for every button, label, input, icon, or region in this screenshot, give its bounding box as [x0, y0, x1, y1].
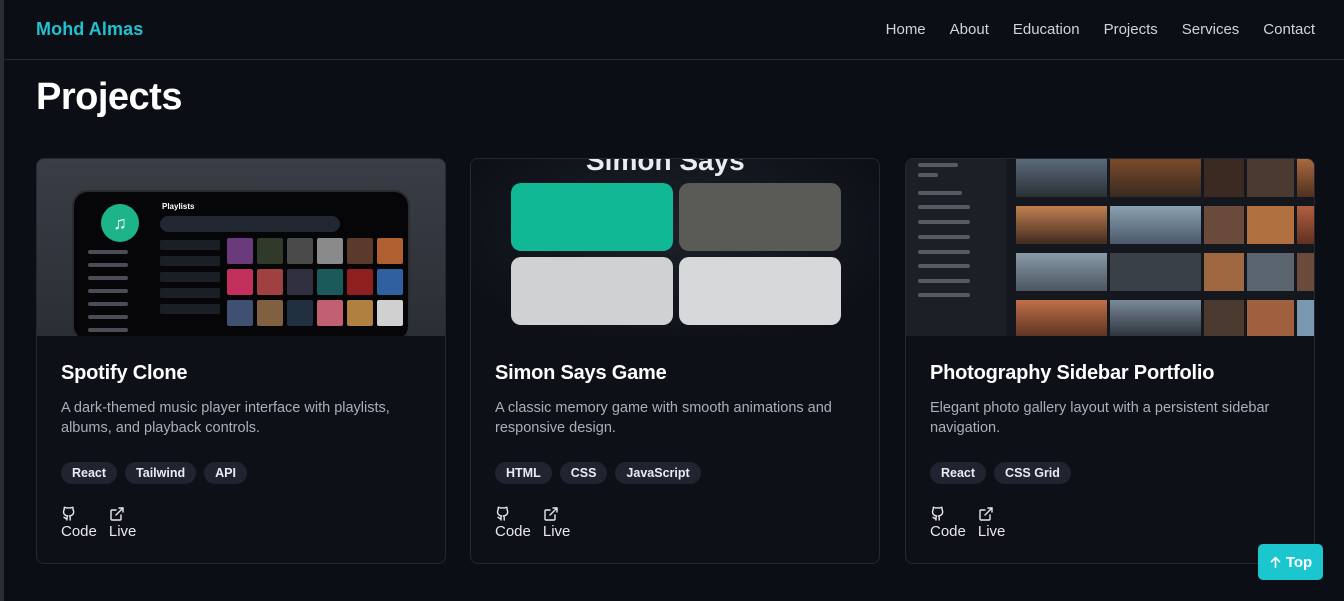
tag: React — [61, 462, 118, 484]
tag: HTML — [495, 462, 552, 484]
tag-list: React Tailwind API — [61, 462, 421, 484]
sidebar-preview — [906, 159, 1006, 336]
live-link-label: Live — [542, 523, 571, 540]
card-description: Elegant photo gallery layout with a pers… — [930, 400, 1270, 436]
simon-pad-light-2 — [679, 257, 841, 325]
nav-education[interactable]: Education — [1013, 21, 1080, 38]
music-note-icon: ♫ — [101, 204, 139, 242]
nav-about[interactable]: About — [950, 21, 989, 38]
thumb-header: Simon Says — [586, 159, 745, 176]
code-link[interactable]: Code — [495, 506, 531, 540]
github-icon — [62, 506, 75, 521]
github-icon — [496, 506, 509, 521]
phone-mockup: ♫ Playlists — [72, 190, 410, 336]
project-card-spotify: ♫ Playlists Spotify Clone A dark-themed … — [36, 158, 446, 564]
live-link[interactable]: Live — [977, 506, 1006, 540]
brand-logo[interactable]: Mohd Almas — [36, 19, 143, 40]
code-link[interactable]: Code — [930, 506, 966, 540]
arrow-up-icon — [1270, 556, 1281, 568]
card-title: Spotify Clone — [61, 362, 188, 384]
live-link-label: Live — [108, 523, 137, 540]
back-to-top-label: Top — [1285, 553, 1313, 571]
page-title: Projects — [36, 76, 182, 118]
project-thumbnail: ♫ Playlists — [37, 159, 445, 336]
external-link-icon — [110, 507, 124, 521]
code-link[interactable]: Code — [61, 506, 97, 540]
nav-services[interactable]: Services — [1182, 21, 1240, 38]
project-thumbnail: Simon Says — [471, 159, 879, 336]
card-description: A classic memory game with smooth animat… — [495, 400, 832, 436]
navbar: Mohd Almas Home About Education Projects… — [4, 0, 1344, 60]
live-link[interactable]: Live — [108, 506, 137, 540]
card-title: Simon Says Game — [495, 362, 667, 384]
tag: Tailwind — [125, 462, 197, 484]
code-link-label: Code — [930, 523, 966, 540]
project-thumbnail — [906, 159, 1314, 336]
nav-home[interactable]: Home — [886, 21, 926, 38]
tag: JavaScript — [615, 462, 701, 484]
card-description: A dark-themed music player interface wit… — [61, 400, 390, 436]
nav-projects[interactable]: Projects — [1104, 21, 1158, 38]
live-link[interactable]: Live — [542, 506, 571, 540]
nav-contact[interactable]: Contact — [1263, 21, 1315, 38]
tag: CSS — [559, 462, 608, 484]
external-link-icon — [544, 507, 558, 521]
code-link-label: Code — [495, 523, 531, 540]
simon-pad-green — [511, 183, 673, 251]
nav-links: Home About Education Projects Services C… — [886, 21, 1315, 38]
tag: CSS Grid — [994, 462, 1071, 484]
thumb-header: Playlists — [162, 202, 195, 211]
github-icon — [931, 506, 944, 521]
tag-list: React CSS Grid — [930, 462, 1290, 484]
code-link-label: Code — [61, 523, 97, 540]
simon-pad-gray — [679, 183, 841, 251]
external-link-icon — [979, 507, 993, 521]
tag-list: HTML CSS JavaScript — [495, 462, 855, 484]
window-edge — [0, 0, 4, 601]
project-card-photography: Photography Sidebar Portfolio Elegant ph… — [905, 158, 1315, 564]
back-to-top-button[interactable]: Top — [1258, 544, 1323, 580]
live-link-label: Live — [977, 523, 1006, 540]
tag: API — [204, 462, 247, 484]
tag: React — [930, 462, 987, 484]
card-title: Photography Sidebar Portfolio — [930, 362, 1215, 384]
simon-pad-light-1 — [511, 257, 673, 325]
project-card-simon: Simon Says Simon Says Game A classic mem… — [470, 158, 880, 564]
